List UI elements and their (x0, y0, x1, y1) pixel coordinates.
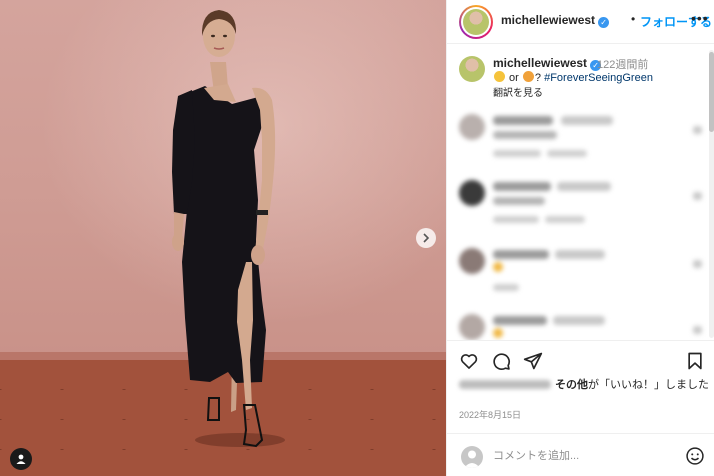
translate-link[interactable]: 翻訳を見る (493, 84, 543, 99)
user-icon (464, 450, 480, 468)
post-header: michellewiewest ✓ • フォローする ••• (447, 0, 714, 44)
blurred-comment (459, 114, 705, 174)
comments-list[interactable]: michellewiewest ✓ 122週間前 or ? #ForeverSee… (447, 44, 714, 340)
likes-others[interactable]: その他 (555, 379, 588, 391)
user-tags-button[interactable] (10, 448, 32, 470)
emoji-icon (494, 71, 505, 82)
comment-icon[interactable] (491, 351, 511, 371)
caption-avatar[interactable] (459, 56, 485, 82)
instagram-post-modal: michellewiewest ✓ • フォローする ••• michellewi… (0, 0, 714, 476)
post-side-panel: michellewiewest ✓ • フォローする ••• michellewi… (446, 0, 714, 476)
blurred-comment (459, 248, 705, 308)
caption-username[interactable]: michellewiewest ✓ (493, 56, 602, 71)
post-photo[interactable] (0, 0, 446, 476)
bookmark-icon[interactable] (685, 351, 705, 371)
share-icon[interactable] (523, 351, 543, 371)
verified-badge-icon: ✓ (598, 17, 610, 28)
comments-scrollbar[interactable] (709, 50, 714, 338)
heart-icon[interactable] (459, 351, 479, 371)
chevron-right-icon (423, 233, 430, 243)
header-username[interactable]: michellewiewest ✓ (501, 13, 610, 28)
smiley-icon[interactable] (685, 446, 705, 466)
woman-in-black-dress (172, 10, 285, 448)
emoji-icon (522, 71, 534, 82)
action-bar (447, 340, 714, 380)
blurred-comment (459, 180, 705, 240)
current-user-avatar (461, 446, 483, 468)
likes-summary[interactable]: その他が「いいね！」しました (459, 376, 709, 392)
scrollbar-thumb[interactable] (709, 52, 714, 132)
add-comment-bar (447, 433, 714, 476)
caption-time: 122週間前 (597, 59, 649, 71)
caption-hashtag[interactable]: #ForeverSeeingGreen (544, 72, 653, 84)
header-avatar[interactable] (459, 5, 493, 39)
blurred-liker (459, 380, 551, 389)
caption-text: or ? #ForeverSeeingGreen (493, 71, 653, 84)
user-tag-icon (16, 454, 26, 464)
header-separator: • (631, 12, 636, 26)
comment-input[interactable] (493, 447, 668, 465)
next-photo-button[interactable] (416, 228, 436, 248)
post-date: 2022年8月15日 (459, 410, 522, 420)
blurred-comment (459, 314, 705, 340)
more-options-button[interactable]: ••• (691, 10, 709, 26)
likes-suffix: が「いいね！」しました (588, 379, 709, 391)
